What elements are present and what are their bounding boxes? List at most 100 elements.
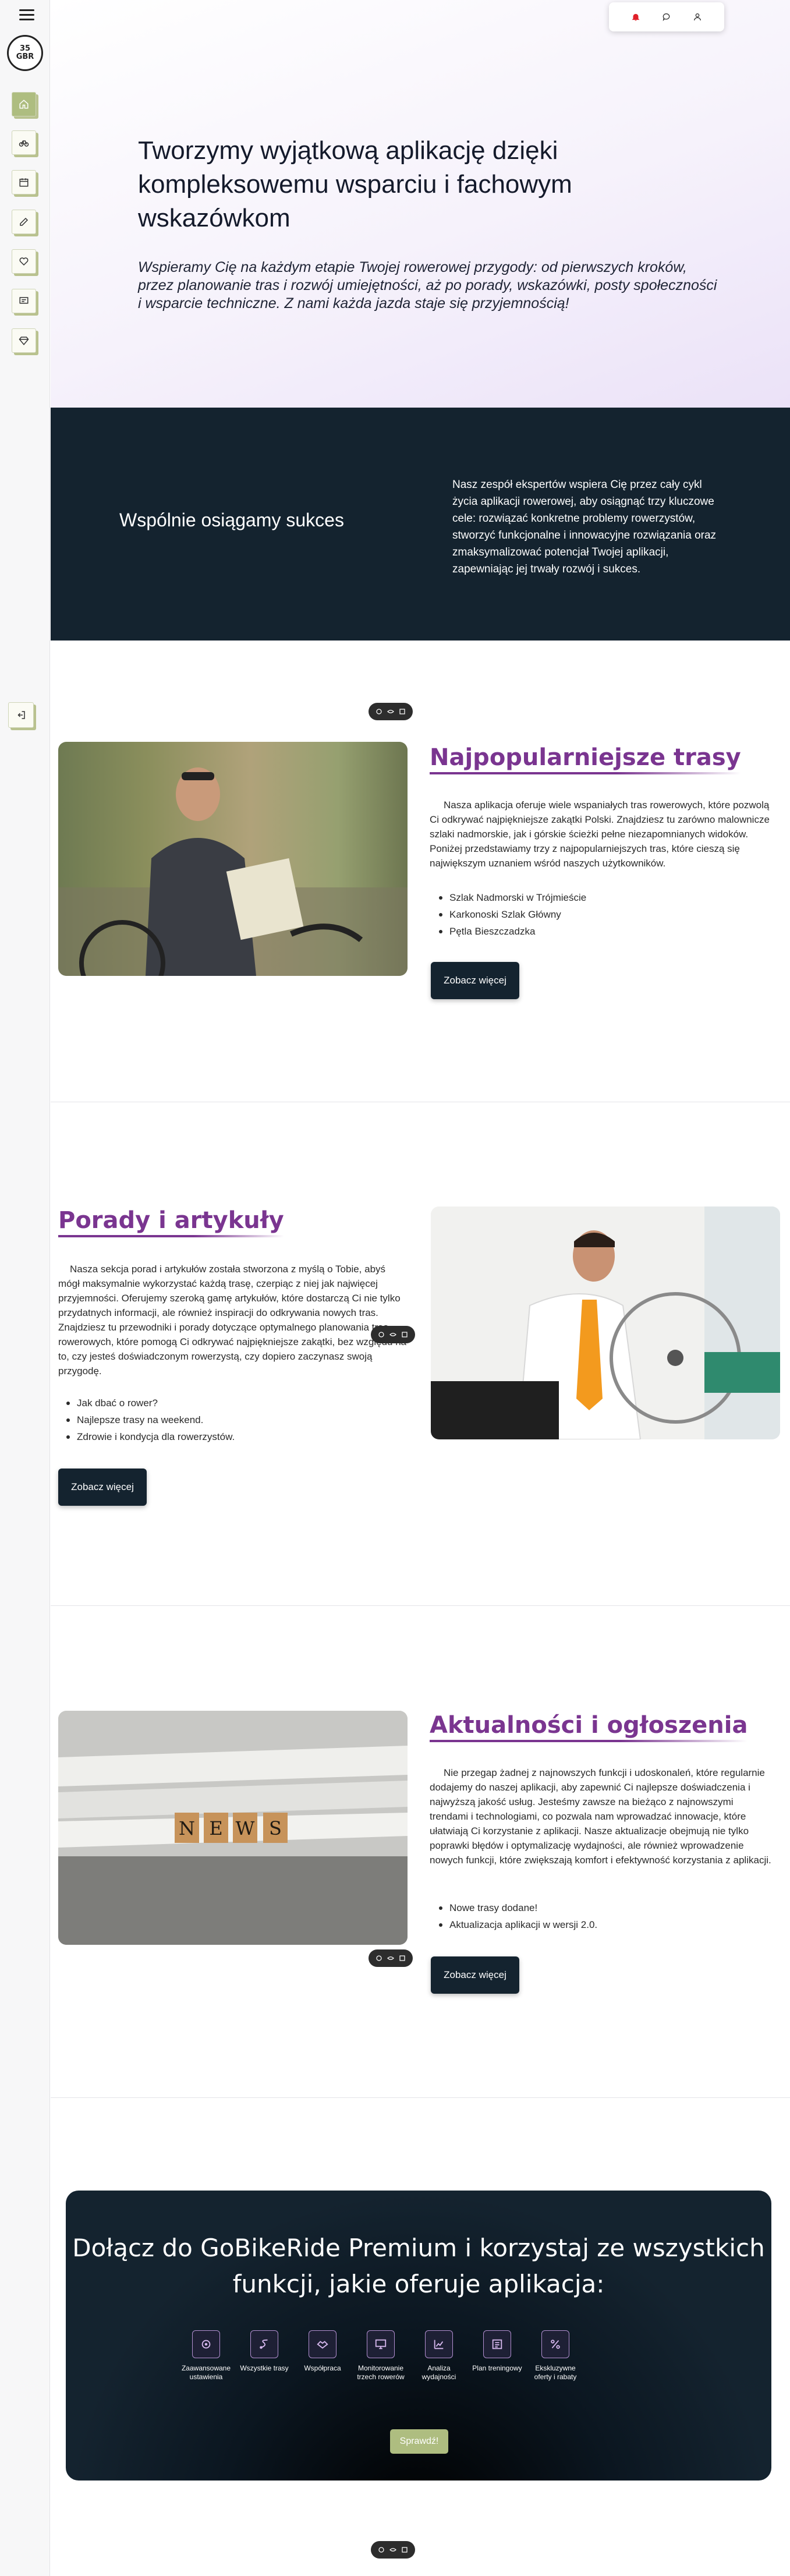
sidebar-item-premium[interactable]: [12, 328, 36, 353]
diamond-icon: [19, 337, 29, 345]
hero-section: Tworzymy wyjątkową aplikację dzięki komp…: [51, 0, 790, 408]
list-item: Najlepsze trasy na weekend.: [65, 1411, 235, 1428]
routes-title-text: Najpopularniejsze trasy: [430, 744, 741, 771]
hamburger-menu-icon[interactable]: [19, 9, 34, 21]
list-item: Pętla Bieszczadzka: [438, 923, 586, 940]
news-title-text: Aktualności i ogłoszenia: [430, 1712, 748, 1739]
feature-label: Ekskluzywne oferty i rabaty: [534, 2364, 577, 2381]
news-list: Nowe trasy dodane! Aktualizacja aplikacj…: [438, 1899, 597, 1933]
try-premium-button[interactable]: Sprawdź!: [390, 2429, 448, 2454]
success-text: Nasz zespół ekspertów wspiera Cię przez …: [452, 479, 717, 575]
comment-icon[interactable]: [375, 1955, 382, 1962]
feature-advanced-settings: Zaawansowane ustawienia: [180, 2330, 232, 2382]
logo-text-top: 35: [19, 44, 31, 53]
news-text: Nie przegap żadnej z najnowszych funkcji…: [430, 1767, 771, 1866]
eye-icon[interactable]: [389, 2546, 396, 2553]
premium-section: Dołącz do GoBikeRide Premium i korzystaj…: [66, 2191, 771, 2481]
calendar-icon: [19, 178, 29, 187]
title-underline: [430, 772, 741, 774]
cyclist-image: [58, 742, 408, 976]
svg-text:E: E: [209, 1817, 222, 1839]
percent-icon: [551, 2340, 560, 2349]
feature-exclusive-offers: Ekskluzywne oferty i rabaty: [529, 2330, 582, 2382]
image-toolbar: [371, 2541, 415, 2559]
mechanic-image: [431, 1206, 780, 1439]
feature-label: Monitorowanie trzech rowerów: [357, 2364, 405, 2381]
routes-text: Nasza aplikacja oferuje wiele wspaniałyc…: [430, 799, 770, 869]
sidebar-item-routes[interactable]: [12, 130, 36, 155]
mechanic-illustration: [431, 1206, 780, 1439]
eye-icon[interactable]: [389, 1331, 396, 1338]
image-toolbar: [369, 703, 413, 720]
hero-subtitle: Wspieramy Cię na każdym etapie Twojej ro…: [138, 259, 717, 312]
user-icon[interactable]: [693, 12, 702, 22]
newspaper-illustration: N E W S: [58, 1711, 408, 1945]
tips-title: Porady i artykuły: [58, 1207, 284, 1237]
comment-icon[interactable]: [378, 2546, 385, 2553]
svg-text:S: S: [269, 1817, 282, 1839]
chart-icon: [434, 2340, 444, 2349]
list-item: Nowe trasy dodane!: [438, 1899, 597, 1916]
monitor-icon: [375, 2339, 387, 2349]
chat-icon[interactable]: [662, 12, 671, 22]
eye-icon[interactable]: [387, 1955, 394, 1962]
feature-bike-monitoring: Monitorowanie trzech rowerów: [355, 2330, 407, 2382]
route-icon: [260, 2339, 268, 2349]
list-item: Jak dbać o rower?: [65, 1395, 235, 1411]
message-icon: [19, 297, 29, 304]
routes-more-button[interactable]: Zobacz więcej: [431, 962, 519, 999]
sidebar-item-messages[interactable]: [12, 289, 36, 313]
list-item: Szlak Nadmorski w Trójmieście: [438, 889, 586, 906]
divider: [51, 1605, 790, 1606]
comment-icon[interactable]: [375, 708, 382, 715]
home-icon: [19, 100, 29, 109]
edit-icon: [20, 217, 29, 226]
title-underline: [58, 1235, 284, 1237]
feature-label: Wszystkie trasy: [240, 2364, 289, 2372]
feature-all-routes: Wszystkie trasy: [238, 2330, 291, 2373]
logout-button[interactable]: [8, 702, 34, 728]
tips-title-text: Porady i artykuły: [58, 1207, 284, 1234]
svg-text:W: W: [236, 1817, 255, 1839]
sidebar-item-calendar[interactable]: [12, 170, 36, 194]
feature-performance-analysis: Analiza wydajności: [413, 2330, 465, 2382]
cyclist-illustration: [58, 767, 408, 976]
top-action-bar: [609, 2, 724, 31]
grid-icon[interactable]: [399, 1955, 406, 1962]
tips-list: Jak dbać o rower? Najlepsze trasy na wee…: [65, 1395, 235, 1445]
news-image: N E W S: [58, 1711, 408, 1945]
premium-title: Dołącz do GoBikeRide Premium i korzystaj…: [72, 2234, 765, 2298]
routes-title: Najpopularniejsze trasy: [430, 744, 741, 774]
comment-icon[interactable]: [378, 1331, 385, 1338]
image-toolbar: [369, 1949, 413, 1967]
sidebar-item-home[interactable]: [12, 92, 36, 116]
feature-training-plan: Plan treningowy: [471, 2330, 523, 2373]
eye-icon[interactable]: [387, 708, 394, 715]
list-item: Karkonoski Szlak Główny: [438, 906, 586, 923]
sidebar: 35 GBR: [0, 0, 50, 2576]
tips-text: Nasza sekcja porad i artykułów została s…: [58, 1264, 407, 1377]
sidebar-item-edit[interactable]: [12, 210, 36, 234]
settings-icon: [201, 2340, 211, 2349]
feature-label: Plan treningowy: [472, 2364, 522, 2372]
list-item: Aktualizacja aplikacji w wersji 2.0.: [438, 1916, 597, 1933]
sidebar-item-community[interactable]: [12, 249, 36, 274]
logo-text-bottom: GBR: [16, 52, 34, 61]
success-title: Wspólnie osiągamy sukces: [119, 509, 344, 530]
grid-icon[interactable]: [399, 708, 406, 715]
title-underline: [430, 1740, 748, 1742]
plan-icon: [492, 2339, 502, 2349]
divider: [51, 2097, 790, 2098]
feature-label: Zaawansowane ustawienia: [181, 2364, 231, 2381]
feature-cooperation: Współpraca: [296, 2330, 349, 2373]
feature-label: Analiza wydajności: [421, 2364, 456, 2381]
hero-title: Tworzymy wyjątkową aplikację dzięki komp…: [138, 136, 572, 232]
feature-label: Współpraca: [304, 2364, 341, 2372]
news-title: Aktualności i ogłoszenia: [430, 1712, 748, 1742]
grid-icon[interactable]: [401, 1331, 408, 1338]
bell-icon[interactable]: [631, 12, 640, 22]
grid-icon[interactable]: [401, 2546, 408, 2553]
tips-more-button[interactable]: Zobacz więcej: [58, 1469, 147, 1506]
news-more-button[interactable]: Zobacz więcej: [431, 1956, 519, 1994]
logo[interactable]: 35 GBR: [7, 35, 43, 71]
